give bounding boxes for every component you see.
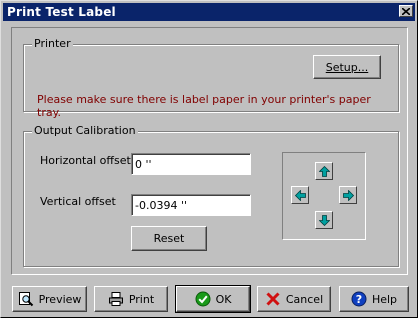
horizontal-offset-label: Horizontal offset [40, 154, 131, 167]
reset-button[interactable]: Reset [131, 226, 207, 251]
nudge-pad [282, 152, 366, 240]
magnifier-icon [18, 291, 34, 307]
setup-button-label: Setup... [325, 60, 369, 74]
print-button-label: Print [128, 292, 155, 306]
arrow-down-icon [318, 214, 330, 226]
vertical-offset-label: Vertical offset [40, 195, 116, 208]
help-icon: ? [351, 291, 367, 307]
x-icon [265, 291, 281, 307]
vertical-offset-field[interactable] [131, 194, 251, 216]
printer-icon [108, 291, 124, 307]
preview-button-label: Preview [38, 292, 82, 306]
svg-text:?: ? [356, 293, 362, 306]
close-button[interactable] [399, 5, 413, 17]
paper-warning-text: Please make sure there is label paper in… [37, 93, 371, 119]
window-title: Print Test Label [7, 5, 116, 19]
preview-button[interactable]: Preview [12, 286, 87, 312]
output-calibration-group: Output Calibration Horizontal offset Ver… [23, 124, 399, 267]
print-button[interactable]: Print [94, 286, 168, 312]
printer-group-label: Printer [32, 37, 73, 50]
nudge-up-button[interactable] [315, 162, 333, 180]
reset-button-label: Reset [153, 232, 185, 245]
arrow-left-icon [294, 189, 306, 201]
help-button[interactable]: ? Help [339, 286, 409, 312]
nudge-down-button[interactable] [315, 211, 333, 229]
close-icon [402, 7, 410, 15]
main-panel: Printer Setup... Please make sure there … [11, 27, 408, 275]
title-bar: Print Test Label [3, 3, 415, 21]
check-icon [195, 291, 211, 307]
cancel-button[interactable]: Cancel [257, 286, 331, 312]
ok-button[interactable]: OK [175, 285, 251, 313]
nudge-right-button[interactable] [339, 186, 357, 204]
cancel-button-label: Cancel [285, 292, 324, 306]
horizontal-offset-field[interactable] [131, 153, 251, 175]
nudge-left-button[interactable] [291, 186, 309, 204]
arrow-right-icon [342, 189, 354, 201]
arrow-up-icon [318, 165, 330, 177]
ok-button-label: OK [215, 292, 232, 306]
help-button-label: Help [371, 292, 398, 306]
calibration-group-label: Output Calibration [32, 124, 138, 137]
printer-group: Printer Setup... Please make sure there … [23, 37, 399, 119]
print-test-label-dialog: Print Test Label Printer Setup... Please… [0, 0, 418, 318]
setup-button[interactable]: Setup... [313, 55, 381, 79]
